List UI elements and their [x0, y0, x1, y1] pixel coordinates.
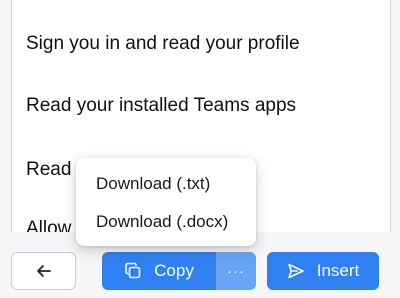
- permission-item: Sign you in and read your profile: [26, 33, 300, 54]
- insert-label: Insert: [316, 261, 360, 280]
- app-root: Sign you in and read your profile Read y…: [0, 0, 400, 298]
- back-button[interactable]: [11, 252, 76, 290]
- permission-item: Allow: [26, 218, 72, 232]
- download-txt-menu-item[interactable]: Download (.txt): [96, 174, 210, 194]
- copy-label: Copy: [154, 261, 194, 280]
- copy-button[interactable]: Copy: [102, 252, 216, 290]
- arrow-left-icon: [36, 265, 51, 277]
- download-dropdown-menu: Download (.txt) Download (.docx): [76, 158, 256, 246]
- more-options-button[interactable]: ···: [216, 252, 256, 290]
- permission-item: Read your installed Teams apps: [26, 95, 297, 116]
- copy-icon: [124, 262, 142, 280]
- send-icon: [287, 262, 305, 280]
- permission-item: Read: [26, 159, 72, 180]
- download-docx-menu-item[interactable]: Download (.docx): [96, 212, 228, 232]
- ellipsis-icon: ···: [227, 262, 245, 280]
- insert-button[interactable]: Insert: [267, 252, 379, 290]
